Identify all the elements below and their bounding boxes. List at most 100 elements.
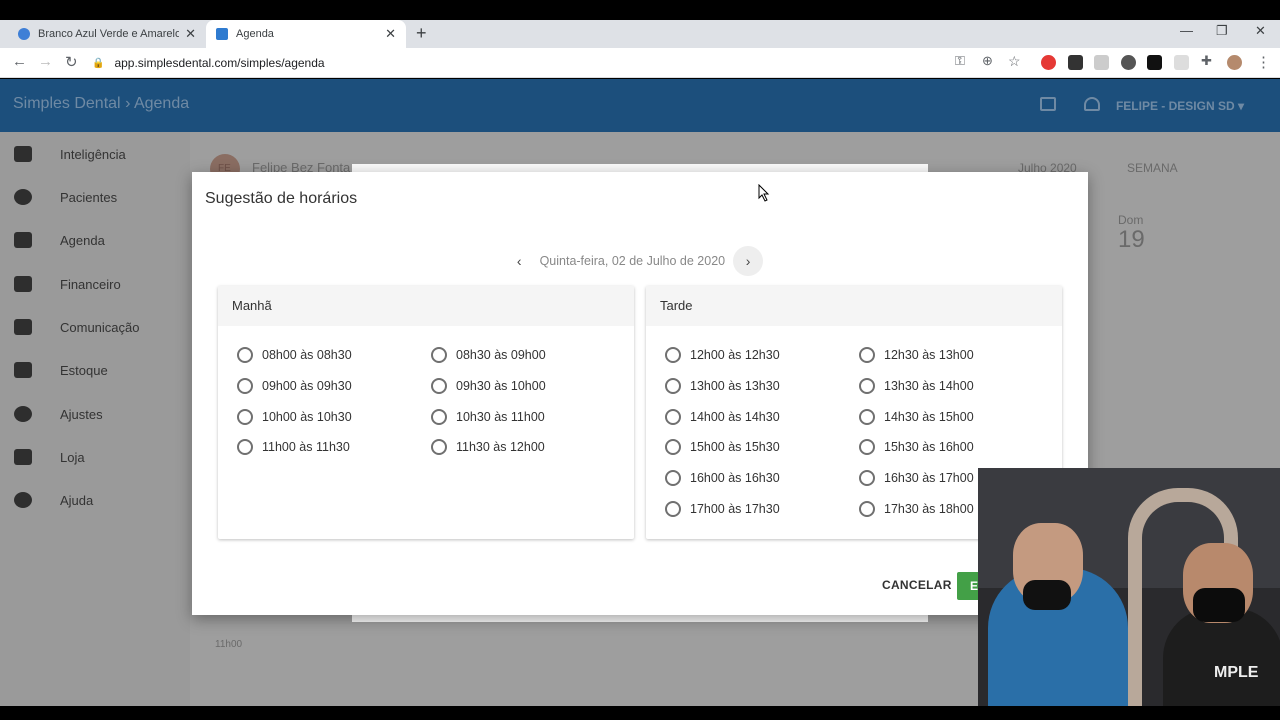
bell-icon[interactable]: [1084, 97, 1100, 111]
extension-icon[interactable]: [1041, 55, 1056, 70]
time-slot[interactable]: 11h30 às 12h00: [431, 439, 545, 455]
time-slot[interactable]: 14h00 às 14h30: [665, 409, 780, 425]
back-icon[interactable]: ←: [12, 53, 27, 70]
extension-icon[interactable]: [1068, 55, 1083, 70]
radio-button[interactable]: [665, 439, 681, 455]
radio-button[interactable]: [431, 347, 447, 363]
sidebar-item-comunicacao[interactable]: Comunicação: [14, 319, 140, 335]
person-icon: [14, 189, 32, 205]
time-slot[interactable]: 12h30 às 13h00: [859, 347, 974, 363]
radio-button[interactable]: [665, 470, 681, 486]
radio-button[interactable]: [431, 378, 447, 394]
breadcrumb: Simples Dental › Agenda: [13, 95, 189, 113]
radio-button[interactable]: [237, 439, 253, 455]
slot-label: 09h30 às 10h00: [456, 379, 546, 393]
radio-button[interactable]: [237, 409, 253, 425]
tab-title: Branco Azul Verde e Amarelo Mo: [38, 28, 180, 40]
top-letterbox: [0, 0, 1280, 20]
slot-label: 13h00 às 13h30: [690, 379, 780, 393]
reload-icon[interactable]: ↻: [65, 53, 78, 71]
morning-panel: Manhã 08h00 às 08h30 08h30 às 09h00 09h0…: [218, 286, 634, 539]
new-tab-icon[interactable]: +: [416, 23, 427, 44]
inbox-icon[interactable]: [1040, 97, 1056, 111]
sidebar-item-financeiro[interactable]: Financeiro: [14, 276, 121, 292]
radio-button[interactable]: [859, 409, 875, 425]
time-slot[interactable]: 15h00 às 15h30: [665, 439, 780, 455]
browser-tab-active[interactable]: Agenda ✕: [206, 20, 406, 48]
radio-button[interactable]: [237, 347, 253, 363]
time-slot[interactable]: 08h30 às 09h00: [431, 347, 546, 363]
restore-icon[interactable]: ❐: [1216, 23, 1228, 39]
slot-label: 12h30 às 13h00: [884, 348, 974, 362]
profile-avatar[interactable]: [1227, 55, 1242, 70]
extension-icon[interactable]: [1147, 55, 1162, 70]
time-slot[interactable]: 17h00 às 17h30: [665, 501, 780, 517]
time-slot[interactable]: 09h00 às 09h30: [237, 378, 352, 394]
sidebar-item-ajustes[interactable]: Ajustes: [14, 406, 103, 422]
forward-icon[interactable]: →: [38, 53, 53, 70]
browser-toolbar: ← → ↻ 🔒 app.simplesdental.com/simples/ag…: [0, 48, 1280, 78]
radio-button[interactable]: [431, 409, 447, 425]
radio-button[interactable]: [859, 470, 875, 486]
install-icon[interactable]: ⊕: [982, 53, 993, 69]
time-slot[interactable]: 14h30 às 15h00: [859, 409, 974, 425]
view-select[interactable]: SEMANA: [1127, 161, 1178, 175]
extensions-puzzle-icon[interactable]: ✚: [1201, 53, 1212, 69]
radio-button[interactable]: [665, 378, 681, 394]
tooth-favicon-icon: [216, 28, 228, 40]
sidebar: Inteligência Pacientes Agenda Financeiro…: [0, 132, 190, 706]
sidebar-item-ajuda[interactable]: Ajuda: [14, 492, 93, 508]
time-slot[interactable]: 12h00 às 12h30: [665, 347, 780, 363]
time-slot[interactable]: 16h00 às 16h30: [665, 470, 780, 486]
time-slot[interactable]: 11h00 às 11h30: [237, 439, 350, 455]
lock-icon: 🔒: [92, 57, 105, 69]
time-slot[interactable]: 08h00 às 08h30: [237, 347, 352, 363]
radio-button[interactable]: [665, 347, 681, 363]
extension-icon[interactable]: [1174, 55, 1189, 70]
radio-button[interactable]: [859, 378, 875, 394]
extension-icon[interactable]: [1094, 55, 1109, 70]
canva-favicon-icon: [18, 28, 30, 40]
sidebar-item-label: Ajustes: [60, 406, 103, 422]
radio-button[interactable]: [665, 409, 681, 425]
radio-button[interactable]: [237, 378, 253, 394]
chevron-right-icon[interactable]: ›: [733, 246, 764, 276]
address-bar[interactable]: 🔒 app.simplesdental.com/simples/agenda: [92, 51, 942, 75]
browser-tab-inactive[interactable]: Branco Azul Verde e Amarelo Mo ✕: [8, 20, 206, 48]
time-slot[interactable]: 16h30 às 17h00: [859, 470, 974, 486]
radio-button[interactable]: [859, 501, 875, 517]
time-slot[interactable]: 17h30 às 18h00: [859, 501, 974, 517]
bookmark-star-icon[interactable]: ☆: [1008, 53, 1021, 70]
radio-button[interactable]: [859, 439, 875, 455]
minimize-icon[interactable]: —: [1180, 23, 1193, 38]
cancel-button[interactable]: CANCELAR: [882, 578, 952, 592]
extension-icon[interactable]: [1121, 55, 1136, 70]
close-tab-icon[interactable]: ✕: [185, 26, 196, 42]
time-slot[interactable]: 10h00 às 10h30: [237, 409, 352, 425]
user-name: FELIPE - DESIGN SD: [1115, 99, 1235, 113]
close-tab-icon[interactable]: ✕: [385, 26, 396, 42]
user-menu[interactable]: FELIPE - DESIGN SD ▾: [1116, 99, 1244, 113]
sidebar-item-loja[interactable]: Loja: [14, 449, 85, 465]
key-icon[interactable]: ⚿: [955, 53, 965, 69]
slot-label: 11h00 às 11h30: [262, 440, 350, 454]
time-slot[interactable]: 09h30 às 10h00: [431, 378, 546, 394]
sidebar-item-pacientes[interactable]: Pacientes: [14, 189, 117, 205]
sidebar-item-label: Inteligência: [60, 146, 126, 162]
sidebar-item-inteligencia[interactable]: Inteligência: [14, 146, 126, 162]
time-slot[interactable]: 15h30 às 16h00: [859, 439, 974, 455]
time-slot[interactable]: 13h00 às 13h30: [665, 378, 780, 394]
chat-icon: [14, 319, 32, 335]
menu-dots-icon[interactable]: ⋮: [1256, 53, 1271, 71]
browser-tab-strip: Branco Azul Verde e Amarelo Mo ✕ Agenda …: [0, 20, 1280, 48]
time-slot[interactable]: 13h30 às 14h00: [859, 378, 974, 394]
radio-button[interactable]: [431, 439, 447, 455]
radio-button[interactable]: [665, 501, 681, 517]
url-text: app.simplesdental.com/simples/agenda: [114, 56, 325, 70]
time-slot[interactable]: 10h30 às 11h00: [431, 409, 545, 425]
radio-button[interactable]: [859, 347, 875, 363]
sidebar-item-agenda[interactable]: Agenda: [14, 232, 105, 248]
chevron-left-icon[interactable]: ‹: [517, 253, 522, 269]
close-window-icon[interactable]: ✕: [1255, 23, 1266, 39]
sidebar-item-estoque[interactable]: Estoque: [14, 362, 108, 378]
